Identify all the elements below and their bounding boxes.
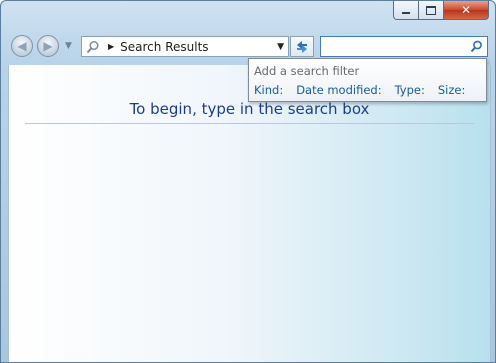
explorer-window: ✕ ◀ ▶ ▼ ▶ Search Results ▼ To begin, typ… [0, 0, 496, 363]
window-caption-buttons: ✕ [393, 1, 489, 21]
search-filter-title: Add a search filter [254, 64, 360, 78]
refresh-button[interactable] [290, 36, 314, 57]
address-location[interactable]: Search Results [120, 40, 277, 54]
maximize-button[interactable] [419, 1, 444, 20]
filter-kind[interactable]: Kind: [254, 83, 283, 97]
search-box[interactable] [320, 36, 488, 57]
address-bar[interactable]: ▶ Search Results ▼ [81, 36, 289, 57]
arrow-right-icon: ▶ [43, 39, 53, 53]
search-icon[interactable] [470, 40, 483, 53]
filter-size[interactable]: Size: [438, 83, 465, 97]
refresh-icon [297, 40, 307, 53]
address-dropdown-icon[interactable]: ▼ [277, 42, 284, 52]
empty-search-message: To begin, type in the search box [129, 100, 370, 118]
forward-button[interactable]: ▶ [37, 35, 59, 57]
breadcrumb-chevron-icon[interactable]: ▶ [108, 42, 114, 51]
close-icon: ✕ [460, 3, 472, 17]
results-pane: To begin, type in the search box [8, 65, 491, 362]
search-folder-icon [86, 40, 99, 53]
back-button[interactable]: ◀ [11, 35, 33, 57]
search-filter-popup: Add a search filter Kind: Date modified:… [248, 58, 487, 102]
minimize-button[interactable] [393, 1, 419, 20]
filter-type[interactable]: Type: [395, 83, 425, 97]
divider [25, 123, 474, 124]
recent-pages-dropdown-icon[interactable]: ▼ [65, 41, 72, 51]
minimize-icon [402, 12, 410, 14]
search-filter-list: Kind: Date modified: Type: Size: [254, 83, 478, 97]
maximize-icon [426, 5, 436, 15]
filter-date-modified[interactable]: Date modified: [296, 83, 381, 97]
close-button[interactable]: ✕ [444, 1, 489, 20]
arrow-left-icon: ◀ [17, 39, 27, 53]
